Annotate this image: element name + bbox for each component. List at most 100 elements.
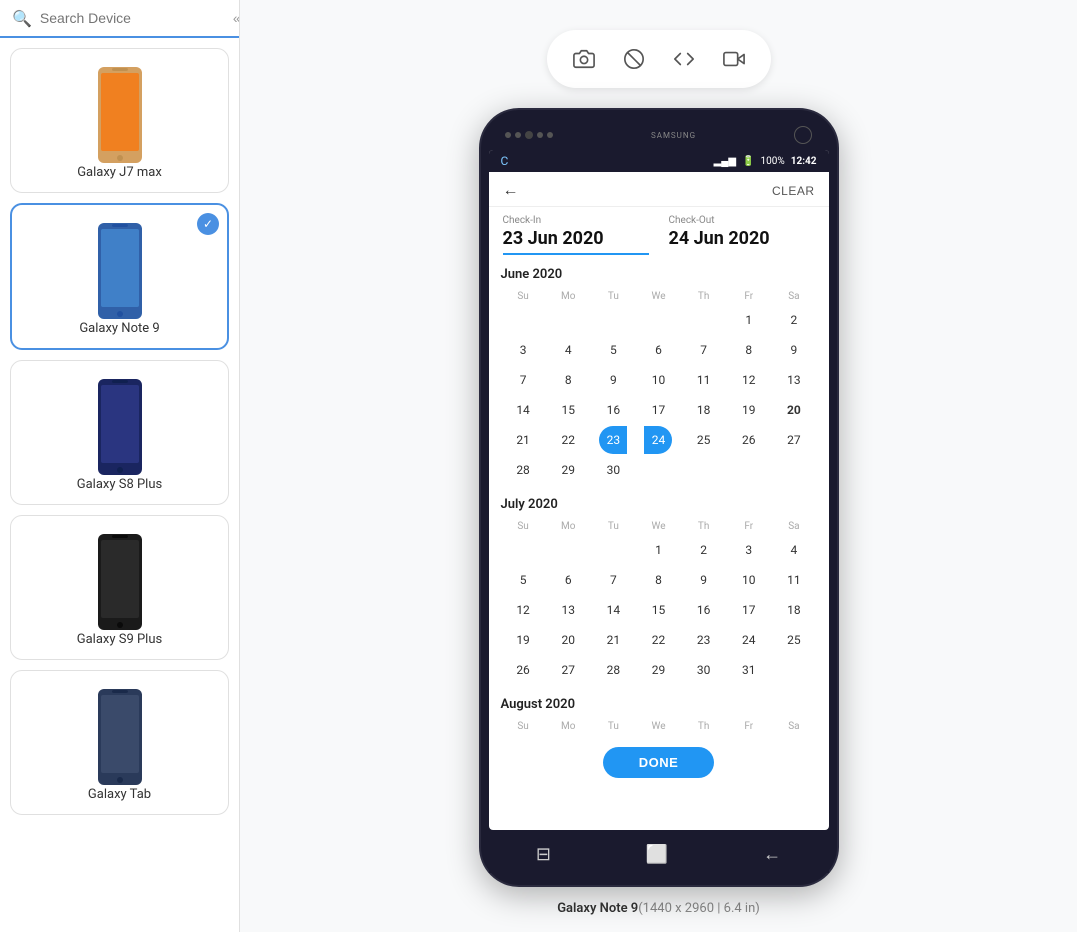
jul-19[interactable]: 19 xyxy=(509,626,537,654)
jul-4[interactable]: 4 xyxy=(780,536,808,564)
device-card-j7max[interactable]: Galaxy J7 max xyxy=(10,48,229,193)
aug-su: Su xyxy=(501,718,546,735)
day-7[interactable]: 7 xyxy=(690,336,718,364)
checkout-column[interactable]: Check-Out 24 Jun 2020 xyxy=(669,215,815,255)
jul-9[interactable]: 9 xyxy=(690,566,718,594)
jul-23[interactable]: 23 xyxy=(690,626,718,654)
block-button[interactable] xyxy=(613,38,655,80)
dot4 xyxy=(547,132,553,138)
jul-15[interactable]: 15 xyxy=(644,596,672,624)
jul-10[interactable]: 10 xyxy=(735,566,763,594)
clear-button[interactable]: CLEAR xyxy=(772,184,815,198)
day-5[interactable]: 5 xyxy=(599,336,627,364)
day-28[interactable]: 28 xyxy=(509,456,537,484)
day-empty xyxy=(690,306,718,334)
search-icon: 🔍 xyxy=(12,9,32,28)
jul-28[interactable]: 28 xyxy=(599,656,627,684)
day-25[interactable]: 25 xyxy=(690,426,718,454)
header-tu: Tu xyxy=(591,288,636,305)
day-2[interactable]: 2 xyxy=(780,306,808,334)
video-button[interactable] xyxy=(713,38,755,80)
jul-11[interactable]: 11 xyxy=(780,566,808,594)
jul-27[interactable]: 27 xyxy=(554,656,582,684)
day-11[interactable]: 11 xyxy=(690,366,718,394)
day-empty xyxy=(509,306,537,334)
nav-back-icon[interactable]: ← xyxy=(763,844,781,865)
day-1[interactable]: 1 xyxy=(735,306,763,334)
jul-6[interactable]: 6 xyxy=(554,566,582,594)
day-15[interactable]: 15 xyxy=(554,396,582,424)
day-9[interactable]: 9 xyxy=(780,336,808,364)
day-21[interactable]: 21 xyxy=(509,426,537,454)
day-12[interactable]: 12 xyxy=(735,366,763,394)
jul-e1 xyxy=(509,536,537,564)
day-30[interactable]: 30 xyxy=(599,456,627,484)
day-6[interactable]: 6 xyxy=(644,336,672,364)
day-8b[interactable]: 8 xyxy=(554,366,582,394)
day-23-selected[interactable]: 23 xyxy=(599,426,627,454)
day-4[interactable]: 4 xyxy=(554,336,582,364)
jul-31[interactable]: 31 xyxy=(735,656,763,684)
nav-menu-icon[interactable]: ⊟ xyxy=(536,844,551,865)
code-button[interactable] xyxy=(663,38,705,80)
jul-13[interactable]: 13 xyxy=(554,596,582,624)
day-24-selected[interactable]: 24 xyxy=(644,426,672,454)
back-button[interactable]: ← xyxy=(503,182,519,200)
day-20[interactable]: 20 xyxy=(780,396,808,424)
day-8[interactable]: 8 xyxy=(735,336,763,364)
day-27[interactable]: 27 xyxy=(780,426,808,454)
front-camera xyxy=(794,126,812,144)
jul-21[interactable]: 21 xyxy=(599,626,627,654)
search-input[interactable] xyxy=(40,10,221,26)
nav-home-icon[interactable]: ⬜ xyxy=(646,844,668,865)
day-26[interactable]: 26 xyxy=(735,426,763,454)
day-19[interactable]: 19 xyxy=(735,396,763,424)
day-7b[interactable]: 7 xyxy=(509,366,537,394)
day-14[interactable]: 14 xyxy=(509,396,537,424)
jul-25[interactable]: 25 xyxy=(780,626,808,654)
day-18[interactable]: 18 xyxy=(690,396,718,424)
jul-5[interactable]: 5 xyxy=(509,566,537,594)
jul-12[interactable]: 12 xyxy=(509,596,537,624)
device-card-tab[interactable]: Galaxy Tab xyxy=(10,670,229,815)
jul-18[interactable]: 18 xyxy=(780,596,808,624)
day-3[interactable]: 3 xyxy=(509,336,537,364)
jul-3[interactable]: 3 xyxy=(735,536,763,564)
jul-7[interactable]: 7 xyxy=(599,566,627,594)
day-17[interactable]: 17 xyxy=(644,396,672,424)
day-16[interactable]: 16 xyxy=(599,396,627,424)
checkin-column[interactable]: Check-In 23 Jun 2020 xyxy=(503,215,649,255)
day-empty2 xyxy=(644,456,672,484)
day-13[interactable]: 13 xyxy=(780,366,808,394)
jul-8[interactable]: 8 xyxy=(644,566,672,594)
day-9b[interactable]: 9 xyxy=(599,366,627,394)
day-10[interactable]: 10 xyxy=(644,366,672,394)
sidebar: 🔍 « Galaxy J7 max ✓Galaxy Note 9 Galaxy … xyxy=(0,0,240,932)
main-content: SAMSUNG C ▂▄▆ 🔋 100% 12:42 ← CLEAR xyxy=(240,0,1077,932)
jul-20[interactable]: 20 xyxy=(554,626,582,654)
jul-2[interactable]: 2 xyxy=(690,536,718,564)
jul-16[interactable]: 16 xyxy=(690,596,718,624)
camera-button[interactable] xyxy=(563,38,605,80)
aug-sa: Sa xyxy=(771,718,816,735)
jul-29[interactable]: 29 xyxy=(644,656,672,684)
done-button[interactable]: DONE xyxy=(603,747,715,778)
jul-su: Su xyxy=(501,518,546,535)
august-calendar: August 2020 Su Mo Tu We Th Fr Sa xyxy=(489,689,829,739)
done-btn-wrap: DONE xyxy=(489,739,829,784)
jul-17[interactable]: 17 xyxy=(735,596,763,624)
device-card-note9[interactable]: ✓Galaxy Note 9 xyxy=(10,203,229,350)
day-22[interactable]: 22 xyxy=(554,426,582,454)
jul-1[interactable]: 1 xyxy=(644,536,672,564)
jul-24[interactable]: 24 xyxy=(735,626,763,654)
jul-26[interactable]: 26 xyxy=(509,656,537,684)
day-29[interactable]: 29 xyxy=(554,456,582,484)
jul-fr: Fr xyxy=(726,518,771,535)
jul-30[interactable]: 30 xyxy=(690,656,718,684)
device-card-s9plus[interactable]: Galaxy S9 Plus xyxy=(10,515,229,660)
device-card-s8plus[interactable]: Galaxy S8 Plus xyxy=(10,360,229,505)
header-su: Su xyxy=(501,288,546,305)
jul-14[interactable]: 14 xyxy=(599,596,627,624)
jul-22[interactable]: 22 xyxy=(644,626,672,654)
collapse-button[interactable]: « xyxy=(229,8,240,28)
